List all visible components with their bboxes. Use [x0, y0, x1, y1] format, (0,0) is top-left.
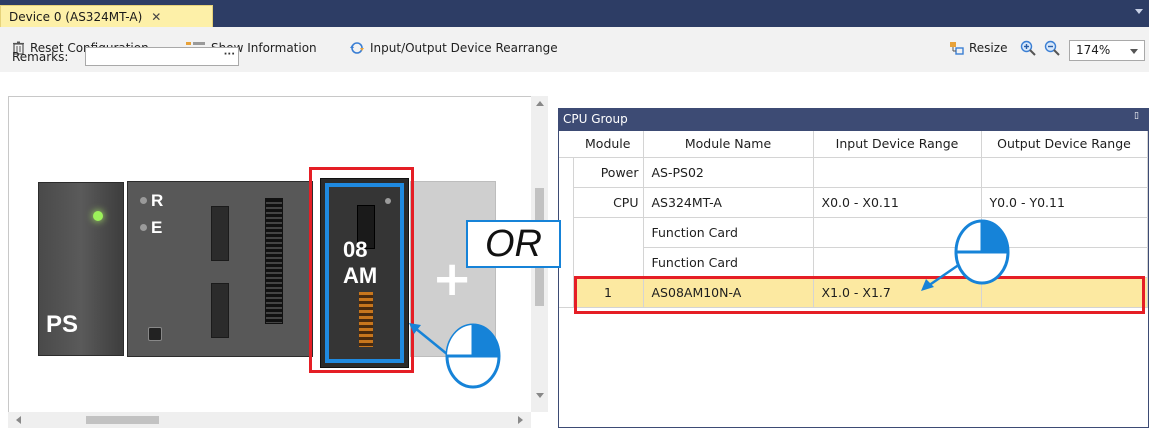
- horizontal-scroll-thumb[interactable]: [86, 416, 159, 424]
- horizontal-scrollbar[interactable]: [8, 412, 531, 428]
- tab-title: Device 0 (AS324MT-A): [9, 9, 143, 24]
- column-header-module[interactable]: Module: [573, 131, 644, 158]
- cpu-module[interactable]: R E: [127, 181, 313, 357]
- column-header-input-range[interactable]: Input Device Range: [813, 131, 982, 158]
- or-text: OR: [485, 222, 542, 265]
- cell-module: CPU: [573, 187, 644, 218]
- highlight-frame-module: [309, 167, 414, 373]
- row-gutter: [559, 277, 574, 308]
- power-led-icon: [93, 211, 103, 221]
- remarks-browse-button[interactable]: ···: [224, 49, 235, 60]
- resize-icon: [950, 42, 964, 55]
- usb-port-icon: [148, 327, 162, 341]
- resize-label: Resize: [969, 41, 1008, 55]
- remarks-label: Remarks:: [12, 50, 69, 64]
- pane-title: CPU Group: [563, 112, 628, 126]
- scroll-right-icon[interactable]: [518, 416, 523, 424]
- zoom-in-button[interactable]: [1020, 40, 1041, 56]
- mouse-double-click-icon-right: [921, 219, 1010, 291]
- tab-device-0[interactable]: Device 0 (AS324MT-A) ✕: [0, 5, 213, 27]
- cell-input-range: [813, 157, 982, 188]
- ps-label: PS: [46, 311, 79, 338]
- table-header-row: Module Module Name Input Device Range Ou…: [559, 131, 1148, 158]
- zoom-out-button[interactable]: [1044, 40, 1065, 56]
- column-header-output-range[interactable]: Output Device Range: [981, 131, 1148, 158]
- document-tab-strip: Device 0 (AS324MT-A) ✕: [0, 0, 1149, 27]
- zoom-level-select[interactable]: 174%: [1069, 40, 1145, 61]
- row-gutter: [559, 217, 574, 247]
- io-connector: [265, 198, 283, 324]
- error-led-icon: [140, 224, 147, 231]
- chevron-down-icon: [1130, 49, 1138, 54]
- scroll-down-icon[interactable]: [536, 393, 544, 398]
- row-gutter: [559, 247, 574, 277]
- cell-module-name: Function Card: [643, 247, 814, 278]
- cell-module-name: AS-PS02: [643, 157, 814, 188]
- close-icon[interactable]: ✕: [151, 10, 161, 24]
- or-callout: OR: [466, 220, 561, 268]
- remarks-field[interactable]: ···: [85, 47, 239, 66]
- run-led-icon: [140, 197, 147, 204]
- scroll-up-icon[interactable]: [536, 101, 544, 106]
- cell-module: Power: [573, 157, 644, 188]
- zoom-in-icon: [1020, 40, 1036, 56]
- cell-module: [573, 247, 644, 278]
- highlight-frame-row: [574, 276, 1145, 314]
- zoom-level-value: 174%: [1076, 43, 1111, 57]
- pin-icon[interactable]: ▯: [1134, 111, 1139, 121]
- mouse-double-click-icon-left: [409, 323, 501, 389]
- zoom-out-icon: [1044, 40, 1060, 56]
- cpu-e-label: E: [151, 218, 163, 237]
- rearrange-icon: [350, 42, 364, 54]
- table-row[interactable]: Function Card: [559, 247, 1148, 278]
- cell-module-name: AS324MT-A: [643, 187, 814, 218]
- resize-button[interactable]: Resize: [949, 40, 1007, 56]
- table-row[interactable]: Function Card: [559, 217, 1148, 248]
- cpu-r-label: R: [151, 191, 164, 210]
- cpu-group-header: CPU Group ▯: [558, 108, 1149, 131]
- io-device-rearrange-button[interactable]: Input/Output Device Rearrange: [349, 40, 558, 56]
- cell-output-range: [981, 157, 1148, 188]
- cell-module: [573, 217, 644, 247]
- io-device-rearrange-label: Input/Output Device Rearrange: [370, 41, 558, 55]
- row-gutter: [559, 157, 574, 187]
- tab-list-dropdown-icon[interactable]: [1135, 9, 1143, 14]
- card-slot-2: [211, 283, 229, 338]
- cell-module-name: Function Card: [643, 217, 814, 248]
- table-row[interactable]: CPU AS324MT-A X0.0 - X0.11 Y0.0 - Y0.11: [559, 187, 1148, 218]
- table-row[interactable]: Power AS-PS02: [559, 157, 1148, 188]
- card-slot-1: [211, 206, 229, 261]
- gutter-header: [559, 131, 573, 158]
- scroll-left-icon[interactable]: [16, 416, 21, 424]
- power-supply-module[interactable]: PS: [38, 182, 124, 356]
- column-header-module-name[interactable]: Module Name: [643, 131, 814, 158]
- row-gutter: [559, 187, 574, 217]
